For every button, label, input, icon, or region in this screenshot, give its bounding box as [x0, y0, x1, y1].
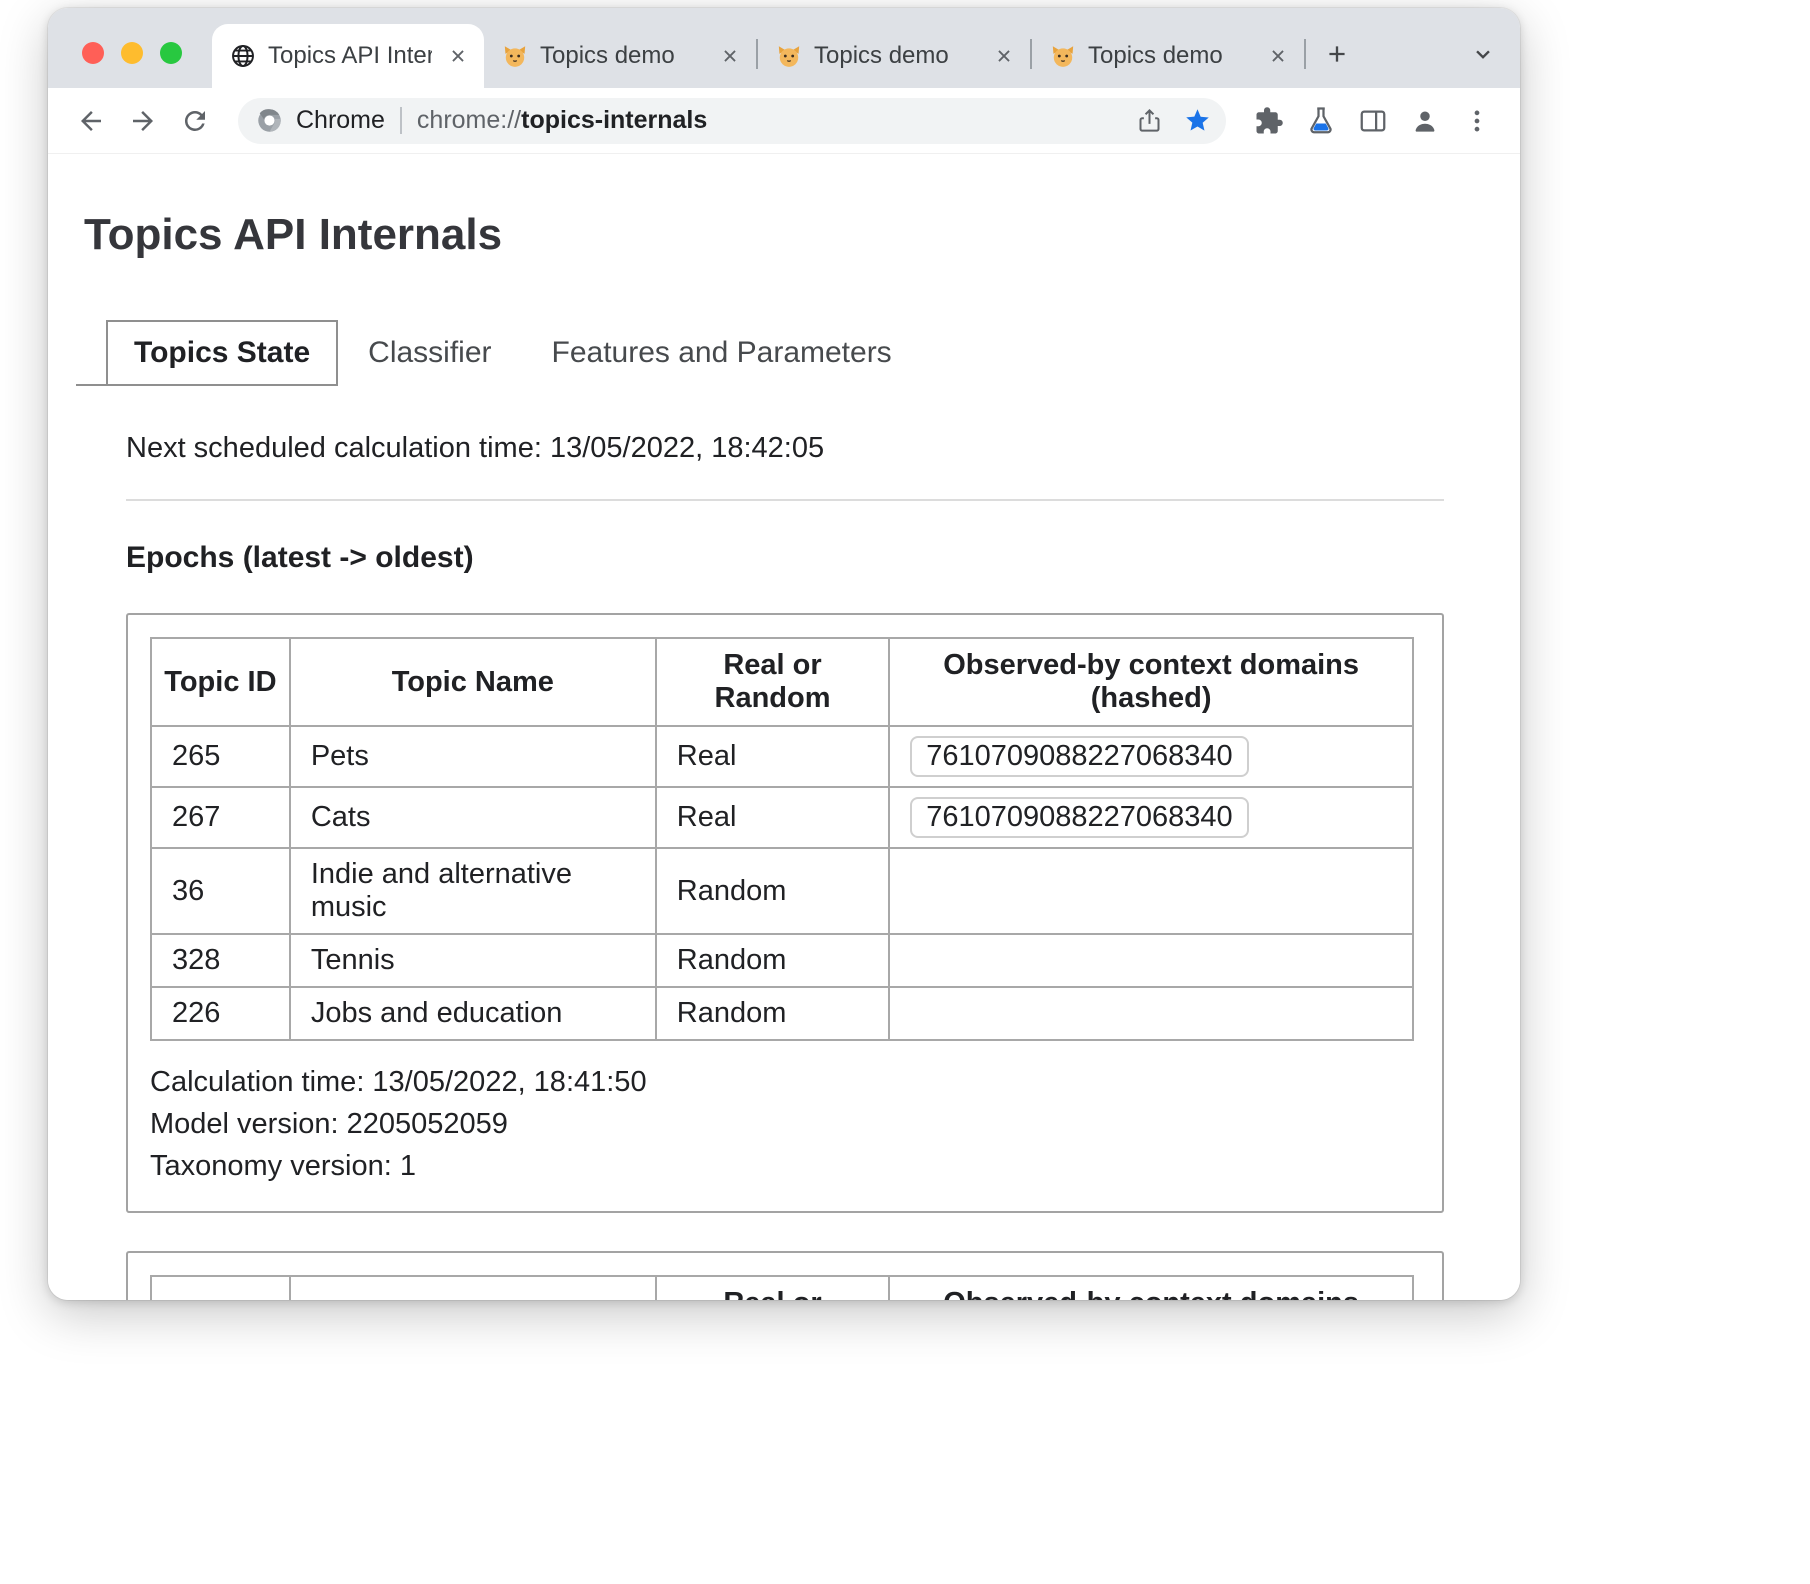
epoch-section: Topic IDTopic NameReal or RandomObserved… — [126, 1251, 1444, 1300]
address-bar[interactable]: Chrome chrome://topics-internals — [238, 98, 1226, 144]
divider — [126, 499, 1444, 501]
observed-domains-cell: 7610709088227068340 — [889, 726, 1413, 787]
table-header-row: Topic IDTopic NameReal or RandomObserved… — [151, 638, 1413, 726]
topic-row: 267CatsReal 7610709088227068340 — [151, 787, 1413, 848]
minimize-window-button[interactable] — [121, 42, 143, 64]
close-tab-icon[interactable] — [716, 42, 744, 70]
globe-favicon-icon — [230, 43, 256, 69]
topic-id-cell: 36 — [151, 848, 290, 934]
column-header: Observed-by context domains (hashed) — [889, 1276, 1413, 1300]
browser-toolbar: Chrome chrome://topics-internals — [48, 88, 1520, 154]
hashed-domain-value[interactable]: 7610709088227068340 — [910, 797, 1248, 838]
extensions-puzzle-icon[interactable] — [1248, 100, 1290, 142]
epoch-section: Topic IDTopic NameReal or RandomObserved… — [126, 613, 1444, 1213]
browser-tab-topics-demo-1[interactable]: Topics demo — [484, 24, 756, 88]
forward-button[interactable] — [122, 100, 164, 142]
topic-name-cell: Pets — [290, 726, 656, 787]
topic-id-cell: 328 — [151, 934, 290, 987]
close-tab-icon[interactable] — [990, 42, 1018, 70]
close-window-button[interactable] — [82, 42, 104, 64]
omnibox-separator — [400, 107, 402, 134]
tab-classifier[interactable]: Classifier — [338, 320, 521, 386]
cat-favicon-icon — [502, 43, 528, 69]
topic-name-cell: Jobs and education — [290, 987, 656, 1040]
column-header: Topic Name — [290, 638, 656, 726]
tab-search-chevron-icon[interactable] — [1464, 35, 1502, 73]
browser-window: Topics API Internals Topics demo Topics … — [48, 8, 1520, 1300]
tab-topics-state[interactable]: Topics State — [106, 320, 338, 386]
epoch-topics-table: Topic IDTopic NameReal or RandomObserved… — [150, 1275, 1414, 1300]
chrome-labs-flask-icon[interactable] — [1300, 100, 1342, 142]
topic-row: 226Jobs and educationRandom — [151, 987, 1413, 1040]
tab-title: Topics demo — [540, 42, 704, 70]
topic-name-cell: Cats — [290, 787, 656, 848]
observed-domains-cell — [889, 987, 1413, 1040]
topic-id-cell: 267 — [151, 787, 290, 848]
topic-id-cell: 265 — [151, 726, 290, 787]
new-tab-button[interactable] — [1316, 33, 1358, 75]
close-tab-icon[interactable] — [444, 42, 472, 70]
reload-button[interactable] — [174, 100, 216, 142]
browser-tab-topics-demo-2[interactable]: Topics demo — [758, 24, 1030, 88]
real-or-random-cell: Random — [656, 848, 889, 934]
column-header: Observed-by context domains (hashed) — [889, 638, 1413, 726]
tab-title: Topics API Internals — [268, 42, 432, 70]
page-content: Topics API Internals Topics State Classi… — [48, 154, 1520, 1300]
maximize-window-button[interactable] — [160, 42, 182, 64]
page-tab-bar: Topics State Classifier Features and Par… — [76, 320, 1480, 386]
url-host-text: topics-internals — [521, 106, 707, 135]
topic-row: 36Indie and alternative musicRandom — [151, 848, 1413, 934]
cat-favicon-icon — [1050, 43, 1076, 69]
tab-separator — [1304, 39, 1306, 69]
tab-strip: Topics API Internals Topics demo Topics … — [48, 8, 1520, 88]
column-header: Real or Random — [656, 1276, 889, 1300]
table-header-row: Topic IDTopic NameReal or RandomObserved… — [151, 1276, 1413, 1300]
tab-title: Topics demo — [1088, 42, 1252, 70]
back-button[interactable] — [70, 100, 112, 142]
epoch-meta-line: Model version: 2205052059 — [150, 1103, 1414, 1145]
epochs-container: Topic IDTopic NameReal or RandomObserved… — [126, 613, 1444, 1300]
page-title: Topics API Internals — [84, 210, 1480, 260]
observed-domains-cell — [889, 934, 1413, 987]
chrome-logo-icon — [256, 107, 283, 134]
real-or-random-cell: Random — [656, 934, 889, 987]
tab-baseline-stub — [76, 320, 106, 386]
observed-domains-cell: 7610709088227068340 — [889, 787, 1413, 848]
real-or-random-cell: Real — [656, 726, 889, 787]
side-panel-icon[interactable] — [1352, 100, 1394, 142]
tab-features-and-parameters[interactable]: Features and Parameters — [522, 320, 922, 386]
column-header: Real or Random — [656, 638, 889, 726]
real-or-random-cell: Random — [656, 987, 889, 1040]
column-header: Topic Name — [290, 1276, 656, 1300]
epochs-heading: Epochs (latest -> oldest) — [126, 541, 1444, 575]
close-tab-icon[interactable] — [1264, 42, 1292, 70]
tab-title: Topics demo — [814, 42, 978, 70]
topic-id-cell: 226 — [151, 987, 290, 1040]
real-or-random-cell: Real — [656, 787, 889, 848]
topics-state-panel: Next scheduled calculation time: 13/05/2… — [126, 432, 1444, 1300]
browser-tab-topics-demo-3[interactable]: Topics demo — [1032, 24, 1304, 88]
next-calculation-time: Next scheduled calculation time: 13/05/2… — [126, 432, 1444, 465]
share-icon[interactable] — [1130, 102, 1168, 140]
observed-domains-cell — [889, 848, 1413, 934]
url-scheme-text: chrome:// — [417, 106, 521, 135]
topic-name-cell: Indie and alternative music — [290, 848, 656, 934]
epoch-topics-table: Topic IDTopic NameReal or RandomObserved… — [150, 637, 1414, 1041]
epoch-meta-line: Taxonomy version: 1 — [150, 1145, 1414, 1187]
topic-row: 265PetsReal 7610709088227068340 — [151, 726, 1413, 787]
topic-name-cell: Tennis — [290, 934, 656, 987]
window-controls — [82, 42, 182, 64]
hashed-domain-value[interactable]: 7610709088227068340 — [910, 736, 1248, 777]
epoch-meta: Calculation time: 13/05/2022, 18:41:50Mo… — [150, 1061, 1414, 1187]
column-header: Topic ID — [151, 638, 290, 726]
browser-tab-topics-internals[interactable]: Topics API Internals — [212, 24, 484, 88]
epoch-meta-line: Calculation time: 13/05/2022, 18:41:50 — [150, 1061, 1414, 1103]
bookmark-star-icon[interactable] — [1178, 102, 1216, 140]
cat-favicon-icon — [776, 43, 802, 69]
omnibox-brand-label: Chrome — [296, 106, 385, 135]
column-header: Topic ID — [151, 1276, 290, 1300]
menu-dots-icon[interactable] — [1456, 100, 1498, 142]
profile-avatar-icon[interactable] — [1404, 100, 1446, 142]
topic-row: 328TennisRandom — [151, 934, 1413, 987]
